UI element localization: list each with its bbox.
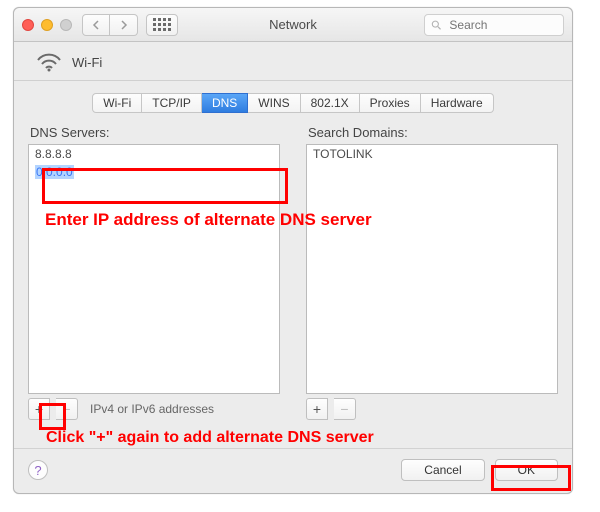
list-item[interactable]: 8.8.8.8 xyxy=(29,145,279,163)
dns-servers-list[interactable]: 8.8.8.8 0.0.0.0 xyxy=(28,144,280,394)
chevron-right-icon xyxy=(120,20,128,30)
tab-wifi[interactable]: Wi-Fi xyxy=(92,93,142,113)
tab-hardware[interactable]: Hardware xyxy=(421,93,494,113)
domain-add-button[interactable]: + xyxy=(306,398,328,420)
close-window-button[interactable] xyxy=(22,19,34,31)
tab-dns[interactable]: DNS xyxy=(202,93,248,113)
search-domains-label: Search Domains: xyxy=(308,125,558,140)
window-title: Network xyxy=(269,17,317,32)
titlebar: Network xyxy=(14,8,572,42)
grid-icon xyxy=(153,18,171,31)
search-input[interactable] xyxy=(447,17,557,33)
interface-label: Wi-Fi xyxy=(72,55,102,70)
tabbar: Wi-Fi TCP/IP DNS WINS 802.1X Proxies Har… xyxy=(28,93,558,113)
help-button[interactable]: ? xyxy=(28,460,48,480)
search-icon xyxy=(431,19,441,31)
search-domains-list[interactable]: TOTOLINK xyxy=(306,144,558,394)
cancel-button[interactable]: Cancel xyxy=(401,459,484,481)
wifi-icon xyxy=(36,52,62,72)
chevron-left-icon xyxy=(92,20,100,30)
footer-divider xyxy=(14,448,572,449)
tab-tcpip[interactable]: TCP/IP xyxy=(142,93,202,113)
zoom-window-button[interactable] xyxy=(60,19,72,31)
dns-hint: IPv4 or IPv6 addresses xyxy=(90,402,214,416)
divider xyxy=(14,80,572,81)
minimize-window-button[interactable] xyxy=(41,19,53,31)
list-item-editing[interactable]: 0.0.0.0 xyxy=(29,163,279,181)
dns-add-button[interactable]: + xyxy=(28,398,50,420)
dns-remove-button[interactable]: − xyxy=(56,398,78,420)
dns-servers-label: DNS Servers: xyxy=(30,125,280,140)
tab-wins[interactable]: WINS xyxy=(248,93,300,113)
show-all-button[interactable] xyxy=(146,14,178,36)
window-controls xyxy=(22,19,72,31)
ok-button[interactable]: OK xyxy=(495,459,558,481)
tab-proxies[interactable]: Proxies xyxy=(360,93,421,113)
interface-header: Wi-Fi xyxy=(36,52,558,72)
forward-button[interactable] xyxy=(110,14,138,36)
nav-buttons xyxy=(82,14,138,36)
domain-remove-button[interactable]: − xyxy=(334,398,356,420)
list-item[interactable]: TOTOLINK xyxy=(307,145,557,163)
back-button[interactable] xyxy=(82,14,110,36)
search-field[interactable] xyxy=(424,14,564,36)
preferences-window: Network Wi-Fi Wi-Fi TCP/IP DNS WINS 802.… xyxy=(13,7,573,494)
tab-8021x[interactable]: 802.1X xyxy=(301,93,360,113)
